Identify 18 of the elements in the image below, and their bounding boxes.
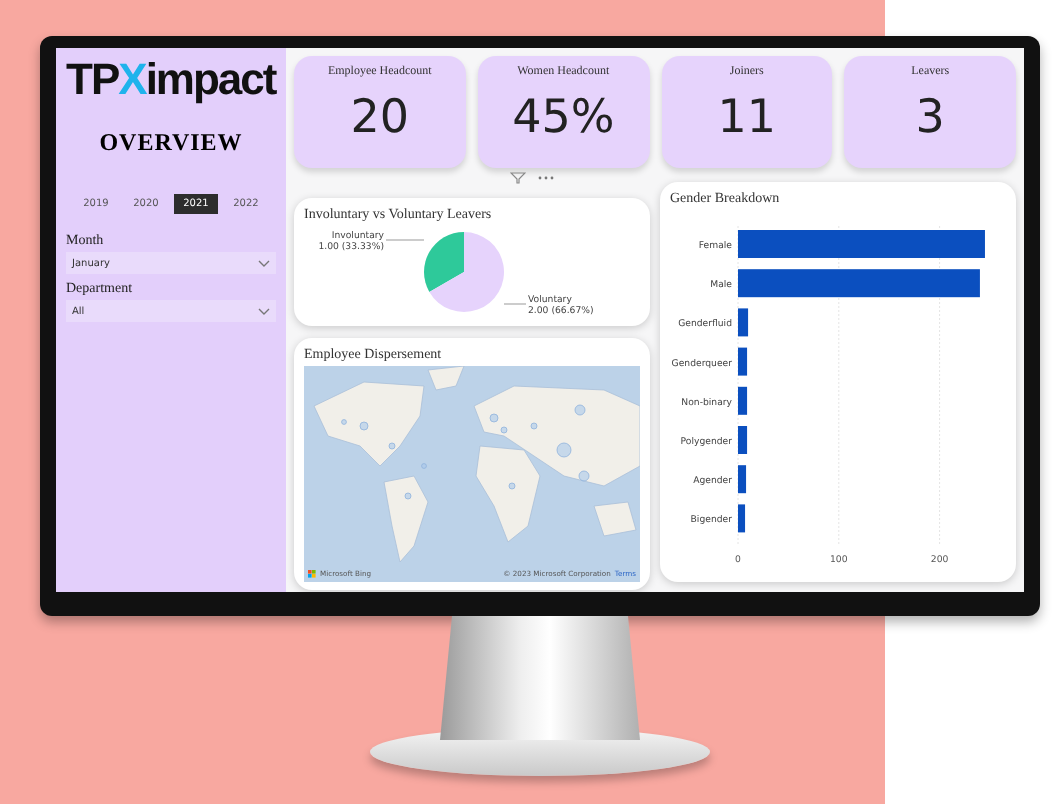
leader-line [385,239,425,241]
page-title: OVERVIEW [97,128,245,158]
bar [738,347,748,376]
chevron-down-icon [258,307,270,315]
bar [738,426,748,454]
company-logo: TPXimpact [66,56,276,104]
bar [738,386,748,415]
bar [738,308,749,337]
leader-line [503,303,527,305]
kpi-value: 11 [717,94,777,142]
bar [738,504,746,533]
filter-icon[interactable] [510,172,526,184]
kpi-value: 3 [915,94,945,142]
chevron-down-icon [258,259,270,267]
microsoft-logo-icon [308,570,316,578]
kpi-value: 45% [512,94,615,142]
kpi-value: 20 [350,94,410,142]
bar [738,465,747,494]
